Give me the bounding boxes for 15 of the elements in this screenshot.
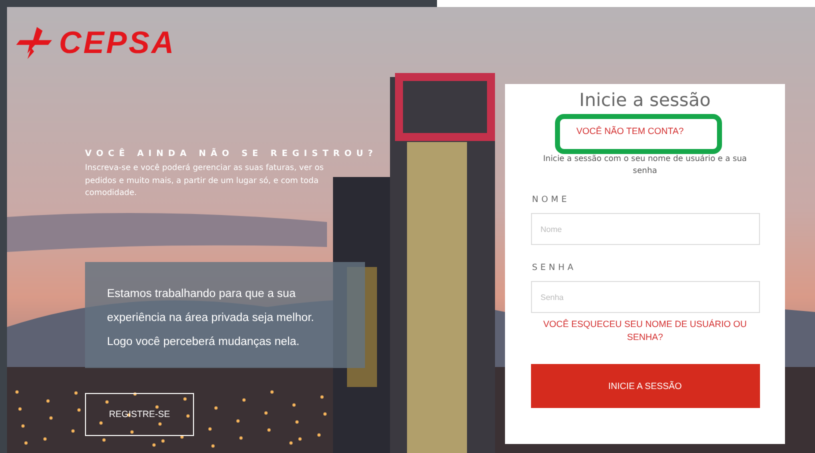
logo-text: CEPSA — [59, 25, 176, 61]
notice-panel: Estamos trabalhando para que a sua experiência na área privada seja melhor. Logo você perceberá mudanças nela. — [85, 262, 365, 368]
forgot-link[interactable]: VOCÊ ESQUECEU SEU NOME DE USUÁRIO OU SENHA? — [530, 318, 760, 344]
login-title: Inicie a sessão — [579, 90, 711, 112]
register-text: Inscreva-se e você poderá gerenciar as suas faturas, ver os pedidos e muito mais, a partir de um lugar só, e com toda comodidade. — [85, 162, 325, 199]
logo-icon — [15, 27, 55, 59]
field-label: NOME — [532, 195, 570, 205]
input-field[interactable]: Nome — [530, 213, 760, 245]
input-field[interactable]: Senha — [530, 281, 760, 313]
signup-link[interactable]: VOCÊ NÃO TEM CONTA? — [576, 126, 684, 136]
register-button[interactable]: REGISTRE-SE — [85, 392, 194, 436]
login-instructions: Inicie a sessão com o seu nome de usuário e a sua senha — [542, 153, 748, 177]
register-heading: VOCÊ AINDA NÃO SE REGISTROU? — [85, 149, 378, 159]
login-button[interactable]: INICIE A SESSÃO — [530, 364, 760, 408]
field-label: SENHA — [532, 263, 576, 273]
